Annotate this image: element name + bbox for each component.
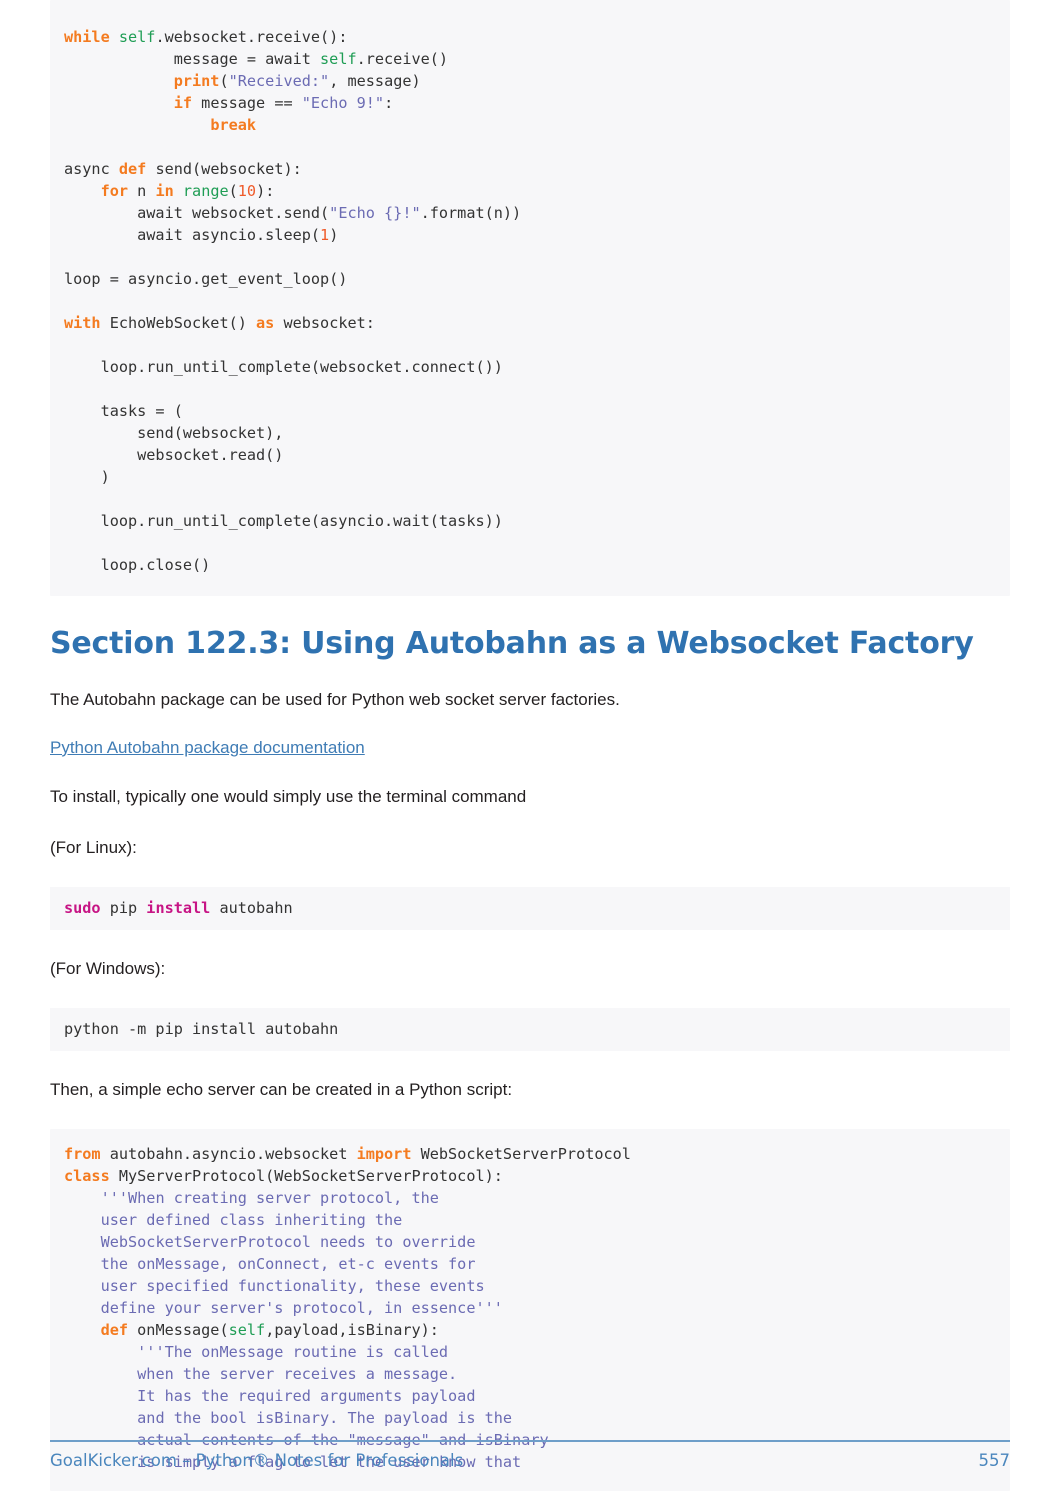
page-footer: GoalKicker.com – Python® Notes for Profe…: [50, 1440, 1010, 1470]
autobahn-documentation-link[interactable]: Python Autobahn package documentation: [50, 738, 365, 758]
page-number: 557: [978, 1451, 1011, 1470]
sudo-keyword: sudo: [64, 899, 101, 917]
code-block-websocket-client: while self.websocket.receive(): message …: [50, 0, 1010, 596]
code-block-windows-install: python -m pip install autobahn: [50, 1008, 1010, 1052]
windows-command-text: python -m pip install autobahn: [64, 1020, 339, 1039]
pip-token: pip: [100, 899, 147, 917]
script-paragraph: Then, a simple echo server can be create…: [50, 1080, 513, 1100]
footer-attribution: GoalKicker.com – Python® Notes for Profe…: [50, 1451, 464, 1470]
document-page: while self.websocket.receive(): message …: [0, 0, 1060, 1500]
code-block-autobahn-server: from autobahn.asyncio.websocket import W…: [50, 1129, 1010, 1492]
package-token: autobahn: [210, 899, 293, 917]
intro-paragraph: The Autobahn package can be used for Pyt…: [50, 690, 620, 709]
windows-label: (For Windows):: [50, 959, 166, 978]
install-keyword: install: [146, 899, 211, 917]
code-block-linux-install: sudo pip install autobahn: [50, 887, 1010, 930]
linux-label: (For Linux):: [50, 837, 137, 857]
install-paragraph: To install, typically one would simply u…: [50, 786, 527, 806]
section-heading: Section 122.3: Using Autobahn as a Webso…: [50, 626, 974, 661]
footer-divider: [50, 1440, 1010, 1442]
